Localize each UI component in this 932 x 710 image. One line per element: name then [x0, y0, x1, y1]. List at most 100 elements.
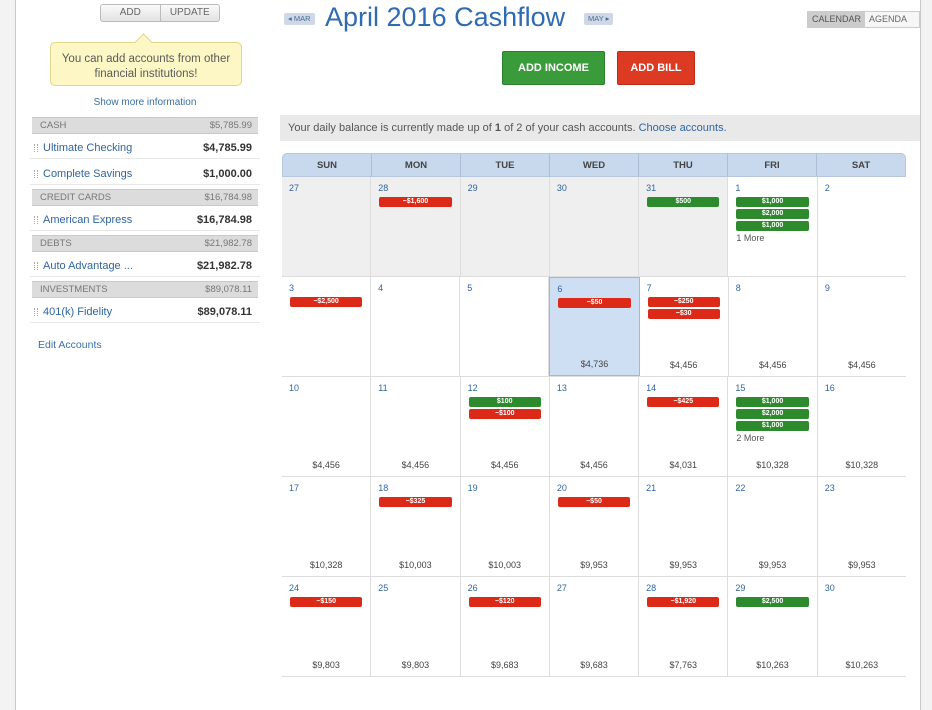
right-edge-strip — [920, 0, 932, 710]
account-row[interactable]: Auto Advantage ... $21,982.78 — [30, 255, 260, 277]
bill-entry[interactable]: −$325 — [379, 497, 452, 507]
calendar-day[interactable]: 19 $10,003 — [460, 477, 550, 576]
income-entry[interactable]: $2,500 — [736, 597, 809, 607]
bill-entry[interactable]: −$100 — [468, 409, 541, 419]
day-number: 31 — [646, 183, 657, 193]
calendar-day[interactable]: 18 −$325 $10,003 — [371, 477, 461, 576]
calendar-day[interactable]: 3 −$2,500 — [282, 277, 372, 376]
calendar-day[interactable]: 9 $4,456 — [817, 277, 906, 376]
calendar-day[interactable]: 2 — [817, 177, 906, 276]
page-header: ◂ MAR April 2016 Cashflow MAY ▸ CALENDAR… — [280, 0, 920, 40]
calendar-day[interactable]: 13 $4,456 — [549, 377, 640, 476]
bill-entry[interactable]: −$1,920 — [647, 597, 720, 607]
drag-handle-icon[interactable] — [34, 143, 38, 152]
calendar-day[interactable]: 25 $9,803 — [371, 577, 461, 676]
weekday-header: SUN MON TUE WED THU FRI SAT — [282, 153, 906, 177]
calendar-day[interactable]: 26 −$120 $9,683 — [460, 577, 550, 676]
account-balance: $1,000.00 — [203, 167, 252, 180]
calendar-day[interactable]: 7 −$250 −$30 $4,456 — [639, 277, 729, 376]
day-number: 14 — [646, 383, 657, 393]
daily-balance-info: Your daily balance is currently made up … — [280, 115, 920, 141]
day-number: 15 — [735, 383, 746, 393]
account-group-header: CASH $5,785.99 — [32, 117, 258, 134]
day-number: 28 — [378, 183, 389, 193]
day-number: 10 — [289, 383, 300, 393]
account-group-header: DEBTS $21,982.78 — [32, 235, 258, 252]
calendar-day[interactable]: 11 $4,456 — [371, 377, 461, 476]
calendar-day[interactable]: 14 −$425 $4,031 — [639, 377, 729, 476]
bill-entry[interactable]: −$120 — [468, 597, 541, 607]
calendar-day[interactable]: 6 −$50 $4,736 — [549, 277, 640, 376]
income-entry[interactable]: $2,000 — [736, 209, 809, 219]
calendar-day[interactable]: 17 $10,328 — [282, 477, 372, 576]
calendar-day[interactable]: 28 −$1,600 — [371, 177, 461, 276]
weekday-label: SUN — [283, 154, 372, 176]
day-number: 25 — [378, 583, 389, 593]
calendar-day[interactable]: 28 −$1,920 $7,763 — [639, 577, 729, 676]
bill-entry[interactable]: −$1,600 — [379, 197, 452, 207]
calendar-day[interactable]: 29 — [460, 177, 550, 276]
income-entry[interactable]: $2,000 — [736, 409, 809, 419]
bill-entry[interactable]: −$50 — [558, 298, 631, 308]
calendar-day[interactable]: 29 $2,500 $10,263 — [728, 577, 818, 676]
more-entries-link[interactable]: 2 More — [736, 433, 808, 443]
calendar-day[interactable]: 23 $9,953 — [817, 477, 906, 576]
update-accounts-button[interactable]: UPDATE — [161, 5, 220, 21]
calendar-day[interactable]: 12 $100 −$100 $4,456 — [460, 377, 550, 476]
more-entries-link[interactable]: 1 More — [736, 233, 808, 243]
show-more-link[interactable]: Show more information — [30, 97, 260, 108]
bill-entry[interactable]: −$250 — [647, 297, 720, 307]
calendar-day[interactable]: 10 $4,456 — [282, 377, 372, 476]
agenda-view-tab[interactable]: AGENDA — [865, 12, 911, 27]
day-number: 11 — [378, 383, 388, 393]
calendar-day[interactable]: 1 $1,000 $2,000 $1,000 1 More — [728, 177, 818, 276]
bill-entry[interactable]: −$30 — [647, 309, 720, 319]
account-row[interactable]: American Express $16,784.98 — [30, 209, 260, 231]
drag-handle-icon[interactable] — [34, 307, 38, 316]
account-row[interactable]: 401(k) Fidelity $89,078.11 — [30, 301, 260, 323]
calendar-day[interactable]: 30 $10,263 — [817, 577, 906, 676]
income-entry[interactable]: $1,000 — [736, 397, 809, 407]
income-entry[interactable]: $1,000 — [736, 421, 809, 431]
prev-month-button[interactable]: ◂ MAR — [284, 13, 315, 25]
calendar-day[interactable]: 27 — [282, 177, 372, 276]
income-entry[interactable]: $1,000 — [736, 197, 809, 207]
calendar-day[interactable]: 31 $500 — [639, 177, 729, 276]
income-entry[interactable]: $500 — [647, 197, 720, 207]
bill-entry[interactable]: −$2,500 — [290, 297, 363, 307]
account-row[interactable]: Complete Savings $1,000.00 — [30, 163, 260, 185]
calendar-day[interactable]: 5 — [460, 277, 550, 376]
calendar-day[interactable]: 24 −$150 $9,803 — [282, 577, 372, 676]
add-income-button[interactable]: ADD INCOME — [502, 51, 605, 85]
calendar-day[interactable]: 21 $9,953 — [639, 477, 729, 576]
drag-handle-icon[interactable] — [34, 261, 38, 270]
account-row[interactable]: Ultimate Checking $4,785.99 — [30, 137, 260, 159]
daily-balance: $10,003 — [399, 560, 432, 570]
bill-entry[interactable]: −$425 — [647, 397, 720, 407]
calendar-view-tab[interactable]: CALENDAR — [808, 12, 866, 27]
calendar-week: 27 28 −$1,600 29 30 31 $500 1 $1,000 $2,000 $1,000… — [282, 177, 906, 277]
calendar-day[interactable]: 15 $1,000 $2,000 $1,000 2 More $10,328 — [728, 377, 818, 476]
calendar-day[interactable]: 30 — [549, 177, 640, 276]
drag-handle-icon[interactable] — [34, 169, 38, 178]
choose-accounts-link[interactable]: Choose accounts. — [639, 122, 727, 134]
bill-entry[interactable]: −$150 — [290, 597, 363, 607]
bill-entry[interactable]: −$50 — [557, 497, 631, 507]
calendar-day[interactable]: 8 $4,456 — [728, 277, 818, 376]
edit-accounts-link[interactable]: Edit Accounts — [38, 339, 102, 351]
weekday-label: WED — [550, 154, 639, 176]
income-entry[interactable]: $100 — [468, 397, 541, 407]
calendar-day[interactable]: 4 — [371, 277, 461, 376]
day-number: 27 — [556, 583, 567, 593]
day-number: 9 — [824, 283, 830, 293]
next-month-button[interactable]: MAY ▸ — [584, 13, 614, 25]
add-account-button[interactable]: ADD — [101, 5, 161, 21]
drag-handle-icon[interactable] — [34, 215, 38, 224]
add-bill-button[interactable]: ADD BILL — [617, 51, 695, 85]
calendar-day[interactable]: 22 $9,953 — [728, 477, 818, 576]
calendar-day[interactable]: 27 $9,683 — [549, 577, 640, 676]
calendar-day[interactable]: 16 $10,328 — [817, 377, 906, 476]
calendar-day[interactable]: 20 −$50 $9,953 — [549, 477, 640, 576]
income-entry[interactable]: $1,000 — [736, 221, 809, 231]
day-number: 12 — [467, 383, 478, 393]
